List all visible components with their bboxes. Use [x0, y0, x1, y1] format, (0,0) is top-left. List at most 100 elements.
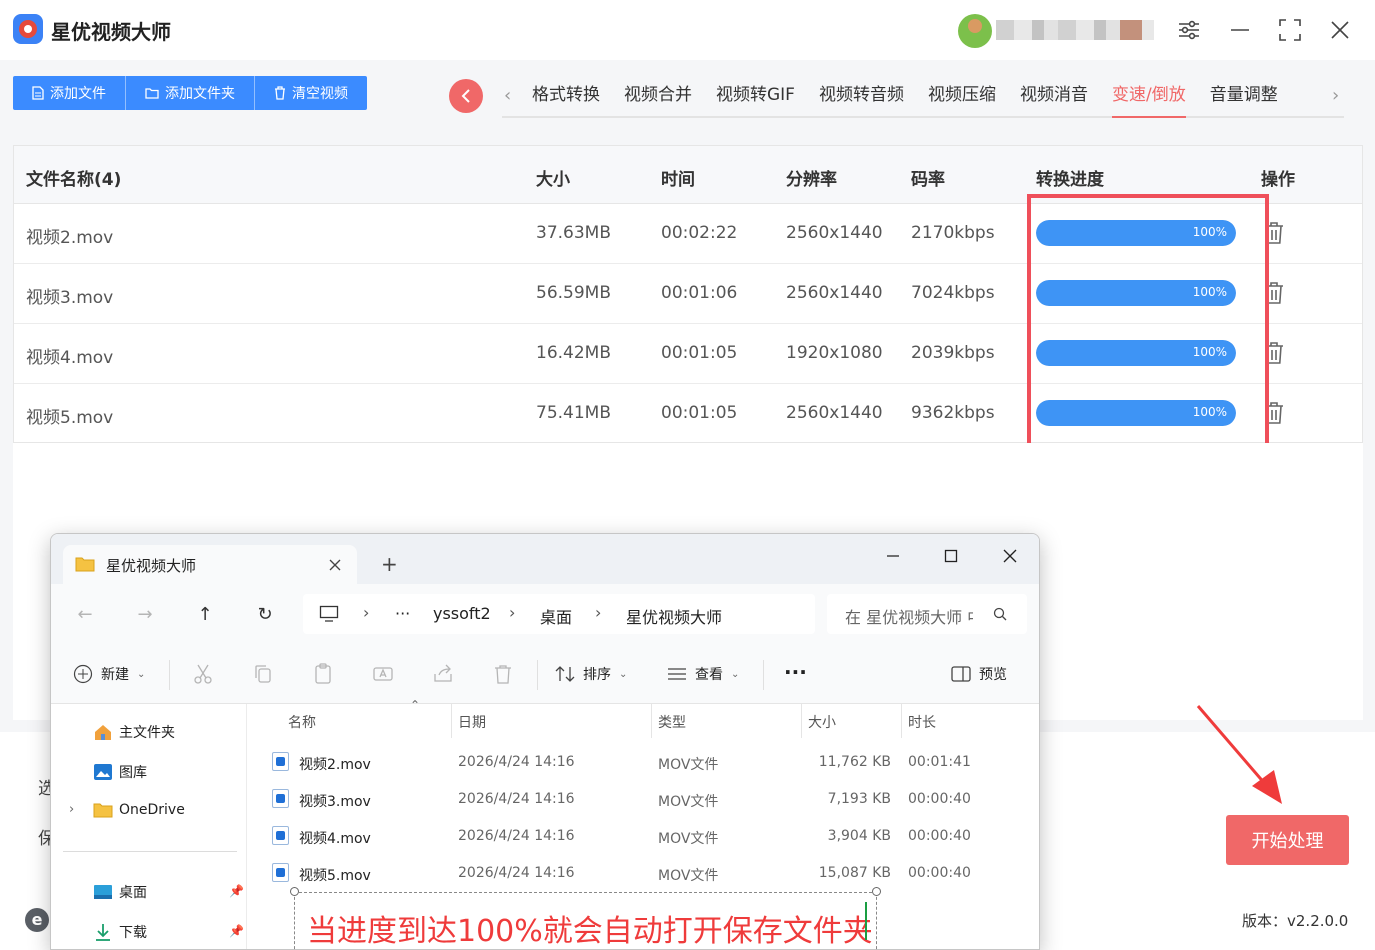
explorer-tab-title: 星优视频大师	[106, 557, 197, 575]
tab-speed-reverse[interactable]: 变速/倒放	[1111, 76, 1186, 118]
add-folder-label: 添加文件夹	[165, 86, 235, 102]
preview-button[interactable]: 预览	[951, 664, 1007, 684]
sidebar-item-desktop[interactable]: 桌面	[93, 882, 147, 902]
gallery-icon	[94, 764, 112, 780]
new-tab-icon[interactable]: +	[381, 552, 398, 576]
file-row[interactable]: 视频5.mov 2026/4/24 14:16 MOV文件 15,087 KB …	[272, 855, 1012, 892]
trash-icon	[275, 86, 285, 100]
column-header-duration[interactable]: 时长	[908, 712, 936, 732]
cell-resolution: 2560x1440	[786, 403, 883, 423]
copy-icon[interactable]	[251, 662, 275, 686]
forward-arrow-icon[interactable]: →	[133, 602, 157, 626]
breadcrumb[interactable]: › ··· yssoft2 › 桌面 › 星优视频大师	[303, 594, 815, 634]
tab-video-merge[interactable]: 视频合并	[624, 76, 692, 118]
expand-chevron-icon[interactable]: ›	[69, 802, 74, 817]
sort-ascending-icon: ⌃	[410, 698, 421, 712]
up-arrow-icon[interactable]: ↑	[193, 602, 217, 626]
column-divider[interactable]	[801, 704, 802, 738]
tab-video-to-gif[interactable]: 视频转GIF	[716, 76, 795, 118]
resize-handle[interactable]	[290, 887, 299, 896]
start-process-button[interactable]: 开始处理	[1226, 815, 1349, 865]
sort-button[interactable]: 排序 ⌄	[555, 664, 627, 684]
tabs-scroll-left-icon[interactable]: ‹	[504, 85, 511, 106]
tab-video-mute[interactable]: 视频消音	[1020, 76, 1088, 118]
minimize-icon[interactable]	[878, 541, 908, 571]
maximize-icon[interactable]	[1274, 14, 1306, 46]
tab-video-to-audio[interactable]: 视频转音频	[819, 76, 904, 118]
back-arrow-icon[interactable]: ←	[73, 602, 97, 626]
add-file-label: 添加文件	[50, 86, 106, 102]
file-size: 15,087 KB	[818, 865, 891, 881]
header-name: 文件名称(4)	[26, 170, 122, 190]
folder-icon	[93, 803, 113, 818]
video-file-icon	[272, 789, 289, 808]
file-duration: 00:01:41	[908, 754, 971, 770]
column-header-type[interactable]: 类型	[658, 712, 686, 732]
search-input[interactable]: 在 星优视频大师 中搜索	[827, 594, 1027, 634]
view-button[interactable]: 查看 ⌄	[667, 664, 739, 684]
add-folder-button[interactable]: 添加文件夹	[126, 76, 255, 110]
close-icon[interactable]	[1324, 14, 1356, 46]
cut-icon[interactable]	[191, 662, 215, 686]
sidebar-item-home[interactable]: 主文件夹	[93, 722, 175, 742]
collapse-back-button[interactable]	[449, 79, 483, 113]
file-duration: 00:00:40	[908, 791, 971, 807]
file-row[interactable]: 视频3.mov 2026/4/24 14:16 MOV文件 7,193 KB 0…	[272, 781, 1012, 818]
close-icon[interactable]	[995, 541, 1025, 571]
header-progress: 转换进度	[1036, 170, 1104, 190]
delete-icon[interactable]	[491, 662, 515, 686]
file-size: 11,762 KB	[818, 754, 891, 770]
pin-icon[interactable]: 📌	[229, 924, 244, 938]
clear-videos-button[interactable]: 清空视频	[255, 76, 367, 110]
file-date: 2026/4/24 14:16	[458, 754, 575, 770]
new-button[interactable]: 新建 ⌄	[73, 664, 145, 684]
username-blurred[interactable]	[996, 20, 1154, 40]
column-divider[interactable]	[451, 704, 452, 738]
column-header-date[interactable]: 日期	[458, 712, 486, 732]
file-date: 2026/4/24 14:16	[458, 791, 575, 807]
file-row[interactable]: 视频2.mov 2026/4/24 14:16 MOV文件 11,762 KB …	[272, 744, 1012, 781]
rename-icon[interactable]	[371, 662, 395, 686]
column-divider[interactable]	[901, 704, 902, 738]
column-header-name[interactable]: 名称	[288, 712, 316, 732]
column-divider[interactable]	[651, 704, 652, 738]
tab-video-compress[interactable]: 视频压缩	[928, 76, 996, 118]
close-tab-icon[interactable]	[329, 559, 341, 571]
file-type: MOV文件	[658, 794, 719, 810]
cell-name: 视频5.mov	[26, 408, 114, 428]
share-icon[interactable]	[431, 662, 455, 686]
sidebar-label: 下载	[119, 925, 147, 941]
file-row[interactable]: 视频4.mov 2026/4/24 14:16 MOV文件 3,904 KB 0…	[272, 818, 1012, 855]
explorer-tab[interactable]: 星优视频大师	[63, 545, 357, 585]
pin-icon[interactable]: 📌	[229, 884, 244, 898]
breadcrumb-desktop[interactable]: 桌面	[540, 604, 572, 628]
column-header-size[interactable]: 大小	[808, 712, 836, 732]
minimize-icon[interactable]	[1224, 14, 1256, 46]
refresh-icon[interactable]: ↻	[253, 602, 277, 626]
sidebar-item-downloads[interactable]: 下载	[93, 922, 147, 942]
maximize-icon[interactable]	[936, 541, 966, 571]
breadcrumb-current[interactable]: 星优视频大师	[626, 604, 722, 628]
search-icon	[993, 607, 1007, 621]
paste-icon[interactable]	[311, 662, 335, 686]
sidebar-item-gallery[interactable]: 图库	[93, 762, 147, 782]
file-name: 视频2.mov	[299, 757, 371, 773]
tab-format-convert[interactable]: 格式转换	[532, 76, 600, 118]
more-options-button[interactable]: ···	[784, 660, 807, 684]
cell-size: 56.59MB	[536, 283, 611, 303]
settings-sliders-icon[interactable]	[1173, 14, 1205, 46]
tab-volume-adjust[interactable]: 音量调整	[1210, 76, 1278, 118]
user-avatar[interactable]	[958, 14, 992, 48]
resize-handle[interactable]	[872, 887, 881, 896]
browser-icon[interactable]: e	[25, 908, 49, 932]
add-file-button[interactable]: 添加文件	[13, 76, 126, 110]
sidebar-item-onedrive[interactable]: OneDrive	[93, 802, 185, 818]
breadcrumb-overflow[interactable]: ···	[395, 604, 410, 623]
breadcrumb-yssoft2[interactable]: yssoft2	[433, 604, 491, 623]
tabs-scroll-right-icon[interactable]: ›	[1332, 85, 1339, 106]
header-size: 大小	[536, 170, 570, 190]
folder-icon	[145, 88, 159, 99]
title-bar: 星优视频大师	[0, 0, 1375, 60]
cell-size: 37.63MB	[536, 223, 611, 243]
divider	[537, 660, 538, 690]
